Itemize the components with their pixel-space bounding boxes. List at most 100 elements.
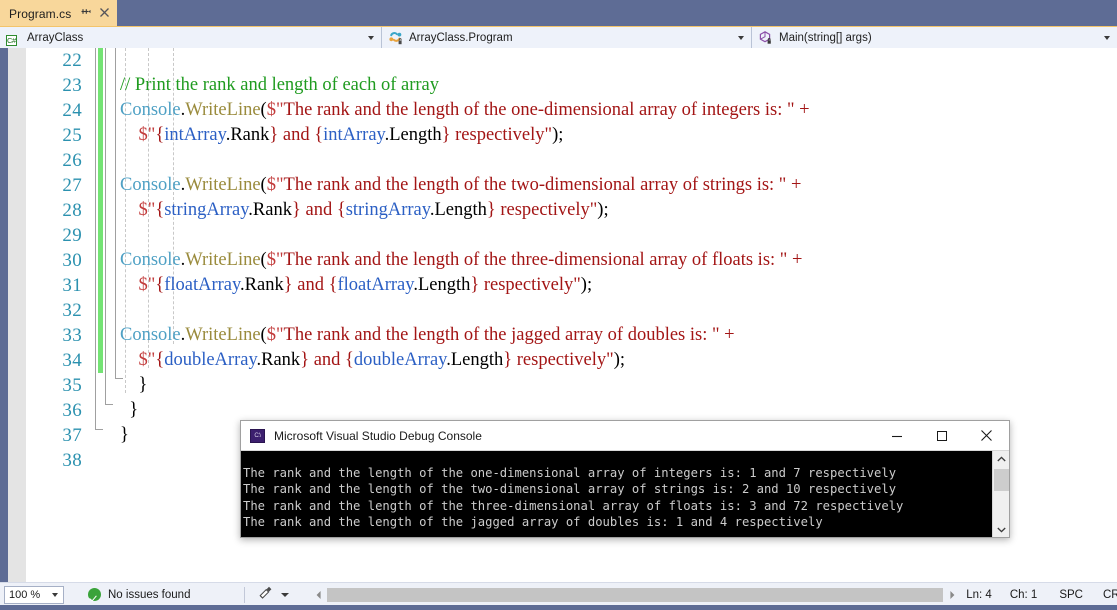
document-tab-label: Program.cs [9,6,72,21]
code-token: intArray [164,125,226,145]
scroll-up-icon[interactable] [993,451,1009,468]
code-text[interactable]: Console.WriteLine($"The rank and the len… [120,323,739,348]
code-line[interactable]: 31 $"{floatArray.Rank} and {floatArray.L… [0,273,1117,298]
code-token: } and { [291,200,346,220]
code-text[interactable]: } [120,398,138,423]
document-tab-program-cs[interactable]: Program.cs [0,0,118,26]
code-token: .Rank [225,125,270,145]
code-line[interactable]: 27 Console.WriteLine($"The rank and the l… [0,173,1117,198]
code-line[interactable]: 35 } [0,373,1117,398]
unsaved-change-bar [98,48,103,373]
indentation-indicator[interactable]: SPC [1059,589,1083,601]
debug-console-output-area[interactable]: The rank and the length of the one-dimen… [241,450,1009,537]
code-token: .Length [413,275,471,295]
code-token: Console [120,100,181,120]
code-text[interactable]: Console.WriteLine($"The rank and the len… [120,173,806,198]
caret-position-group: Ln: 4 Ch: 1 SPC CRLF [966,583,1117,606]
code-token: ); [613,350,625,370]
code-token: WriteLine [185,325,261,345]
close-icon[interactable] [99,7,110,20]
code-token: } and { [300,350,354,370]
code-line[interactable]: 29 [0,223,1117,248]
code-token: } [120,425,129,445]
console-scrollbar-thumb[interactable] [994,469,1009,491]
code-token: } respectively" [441,125,553,145]
code-line[interactable]: 34 $"{doubleArray.Rank} and {doubleArray… [0,348,1117,373]
chevron-down-icon[interactable] [52,593,58,597]
code-line[interactable]: 23 // Print the rank and length of each o… [0,73,1117,98]
code-token: ); [552,125,564,145]
maximize-button[interactable] [919,421,964,450]
code-token: ); [580,275,593,295]
member-selector[interactable]: Main(string[] args) [752,27,1117,48]
line-number: 34 [62,350,82,371]
code-line[interactable]: 33 Console.WriteLine($"The rank and the l… [0,323,1117,348]
code-token: // Print the rank and length of each of … [120,75,440,95]
line-ending-indicator[interactable]: CRLF [1103,589,1117,601]
code-token: .Length [429,200,487,220]
line-number: 31 [62,275,82,296]
code-token: { [155,350,165,370]
code-line[interactable]: 32 [0,298,1117,323]
scroll-left-icon[interactable] [310,584,327,605]
horizontal-scrollbar[interactable] [310,584,960,605]
code-token: { [155,125,165,145]
minimize-button[interactable] [874,421,919,450]
type-selector[interactable]: ArrayClass.Program [382,27,752,48]
code-line[interactable]: 24 Console.WriteLine($"The rank and the l… [0,98,1117,123]
code-text[interactable]: Console.WriteLine($"The rank and the len… [120,98,814,123]
code-line[interactable]: 26 [0,148,1117,173]
code-token: .Rank [256,350,301,370]
chevron-down-icon[interactable] [1104,35,1110,40]
code-text[interactable]: } [120,423,129,448]
code-text[interactable]: } [120,373,148,398]
pin-icon[interactable] [80,6,91,19]
type-selector-value: ArrayClass.Program [409,31,513,44]
code-text[interactable]: $"{intArray.Rank} and {intArray.Length} … [120,123,564,148]
project-selector[interactable]: C# ArrayClass [0,27,382,48]
code-text[interactable]: $"{floatArray.Rank} and {floatArray.Leng… [120,273,593,298]
issues-status[interactable]: No issues found [88,583,190,606]
chevron-down-icon[interactable] [368,35,374,40]
window-controls [874,421,1009,450]
code-text[interactable]: $"{stringArray.Rank} and {stringArray.Le… [120,198,609,223]
line-number: 32 [62,300,82,321]
code-text[interactable]: Console.WriteLine($"The rank and the len… [120,248,807,273]
code-token: } and { [283,275,338,295]
code-text[interactable]: // Print the rank and length of each of … [120,73,439,98]
navigation-bar: C# ArrayClass ArrayClass.Program Main(st… [0,26,1117,48]
code-token: .Length [384,125,442,145]
code-token: Console [120,325,181,345]
code-line[interactable]: 28 $"{stringArray.Rank} and {stringArray… [0,198,1117,223]
status-bar-accent [0,605,1117,610]
status-divider [244,587,245,603]
brush-icon[interactable] [258,584,274,605]
code-line[interactable]: 25 $"{intArray.Rank} and {intArray.Lengt… [0,123,1117,148]
code-token: The rank and the length of the jagged ar… [283,325,740,345]
close-button[interactable] [964,421,1009,450]
code-line[interactable]: 30 Console.WriteLine($"The rank and the l… [0,248,1117,273]
line-indicator[interactable]: Ln: 4 [966,589,992,601]
zoom-selector[interactable]: 100 % [4,586,64,604]
horizontal-scrollbar-thumb[interactable] [327,587,943,602]
line-number: 37 [62,425,82,446]
chevron-down-icon[interactable] [281,592,289,597]
class-icon [388,30,403,45]
code-token: The rank and the length of the one-dimen… [283,100,815,120]
code-token: .Rank [248,200,292,220]
code-token: } and { [269,125,324,145]
debug-console-window[interactable]: C:\ Microsoft Visual Studio Debug Consol… [240,420,1010,538]
code-cleanup-control[interactable] [258,583,289,606]
code-line[interactable]: 22 [0,48,1117,73]
maximize-icon [936,430,947,441]
line-number: 38 [62,450,82,471]
code-text[interactable]: $"{doubleArray.Rank} and {doubleArray.Le… [120,348,626,373]
console-vertical-scrollbar[interactable] [992,451,1009,537]
scroll-right-icon[interactable] [943,584,960,605]
code-token: The rank and the length of the two-dimen… [283,175,807,195]
column-indicator[interactable]: Ch: 1 [1010,589,1038,601]
scroll-down-icon[interactable] [993,521,1009,537]
chevron-down-icon[interactable] [738,35,744,40]
member-selector-value: Main(string[] args) [779,31,872,44]
debug-console-title-bar[interactable]: C:\ Microsoft Visual Studio Debug Consol… [241,421,1009,450]
